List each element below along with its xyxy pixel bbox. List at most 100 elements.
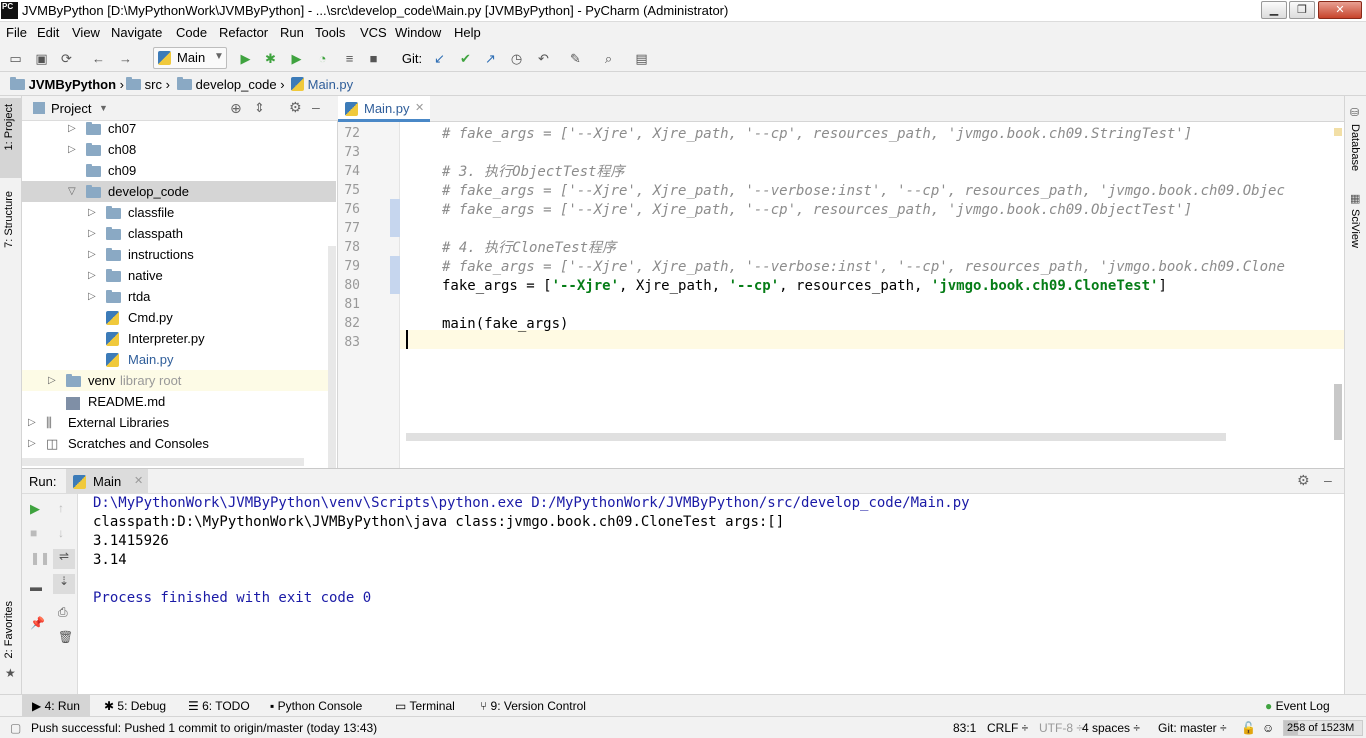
tree-item[interactable]: ▷ venv library root	[22, 370, 336, 391]
editor-vscrollbar[interactable]	[1334, 384, 1342, 440]
tab-todo[interactable]: ☰ 6: TODO	[188, 699, 250, 713]
chevron-right-icon[interactable]: ▷	[88, 223, 96, 244]
settings-wrench-icon[interactable]: ✎	[567, 50, 584, 67]
menu-code[interactable]: Code	[176, 25, 207, 40]
tasks-icon[interactable]: ▤	[633, 50, 650, 67]
tree-item[interactable]: ▷ ◫ Scratches and Consoles	[22, 433, 336, 454]
tree-item[interactable]: ▷ native	[22, 265, 336, 286]
search-icon[interactable]: ⌕	[600, 50, 617, 67]
run-config-dropdown[interactable]: Main ▼	[153, 47, 227, 69]
tree-item[interactable]: ▷ instructions	[22, 244, 336, 265]
menu-file[interactable]: File	[6, 25, 27, 40]
project-panel-title[interactable]: Project	[51, 101, 91, 116]
maximize-button[interactable]: ❐	[1289, 1, 1315, 19]
menu-refactor[interactable]: Refactor	[219, 25, 268, 40]
tab-event-log[interactable]: ● Event Log	[1265, 699, 1330, 713]
tab-run[interactable]: ▶ 4: Run	[32, 699, 80, 713]
sync-icon[interactable]: ⟳	[58, 50, 75, 67]
tree-item[interactable]: ch09	[22, 160, 336, 181]
face-icon[interactable]: ☺	[1262, 721, 1274, 735]
tab-debug[interactable]: ✱ 5: Debug	[104, 699, 166, 713]
tree-scrollbar[interactable]	[328, 246, 336, 468]
open-folder-icon[interactable]: ▭	[7, 50, 24, 67]
menu-view[interactable]: View	[72, 25, 100, 40]
line-separator[interactable]: CRLF ÷	[987, 721, 1028, 735]
gear-icon[interactable]: ⚙	[289, 99, 302, 116]
menu-navigate[interactable]: Navigate	[111, 25, 162, 40]
chevron-right-icon[interactable]: ▷	[88, 202, 96, 223]
git-commit-icon[interactable]: ✔	[457, 50, 474, 67]
run-coverage-icon[interactable]: ▶	[288, 50, 305, 67]
profile-icon[interactable]: ◔	[314, 50, 331, 67]
tab-main-py[interactable]: Main.py ✕	[338, 96, 430, 122]
breadcrumb-main-py[interactable]: Main.py	[291, 77, 353, 92]
tab-version-control[interactable]: ⑂ 9: Version Control	[480, 699, 586, 713]
tab-structure[interactable]: 7: Structure	[3, 191, 15, 248]
console-output[interactable]: D:\MyPythonWork\JVMByPython\venv\Scripts…	[22, 494, 1344, 695]
back-icon[interactable]: ←	[90, 50, 107, 67]
gear-icon[interactable]: ⚙	[1297, 472, 1310, 489]
caret-position[interactable]: 83:1	[953, 721, 976, 735]
hide-panel-icon[interactable]: –	[312, 99, 320, 115]
forward-icon[interactable]: →	[117, 50, 134, 67]
breadcrumb-develop-code[interactable]: develop_code ›	[177, 77, 285, 92]
concurrency-icon[interactable]: ≡	[341, 50, 358, 67]
chevron-right-icon[interactable]: ▷	[68, 139, 76, 160]
chevron-right-icon[interactable]: ▷	[68, 118, 76, 139]
tab-terminal[interactable]: ▭ Terminal	[395, 699, 455, 713]
debug-icon[interactable]: ✱	[262, 50, 279, 67]
run-tab-main[interactable]: Main ✕	[66, 469, 148, 494]
menu-edit[interactable]: Edit	[37, 25, 59, 40]
chevron-right-icon[interactable]: ▷	[88, 265, 96, 286]
close-window-button[interactable]: ✕	[1318, 1, 1362, 19]
minimize-button[interactable]: ▁	[1261, 1, 1287, 19]
indent-setting[interactable]: 4 spaces ÷	[1082, 721, 1140, 735]
menu-tools[interactable]: Tools	[315, 25, 345, 40]
file-encoding[interactable]: UTF-8 ÷	[1039, 721, 1083, 735]
git-history-icon[interactable]: ◷	[508, 50, 525, 67]
git-push-icon[interactable]: ↗	[482, 50, 499, 67]
chevron-right-icon[interactable]: ▷	[28, 433, 36, 454]
chevron-right-icon[interactable]: ▷	[48, 370, 56, 391]
tree-item[interactable]: ▷ ch08	[22, 139, 336, 160]
tab-project[interactable]: 1: Project	[3, 104, 15, 150]
menu-window[interactable]: Window	[395, 25, 441, 40]
tab-favorites[interactable]: 2: Favorites	[3, 601, 15, 658]
tree-item[interactable]: ▷ classfile	[22, 202, 336, 223]
tree-item[interactable]: ▷ ch07	[22, 118, 336, 139]
breadcrumb-src[interactable]: src ›	[126, 77, 170, 92]
chevron-right-icon[interactable]: ▷	[88, 286, 96, 307]
tree-item[interactable]: README.md	[22, 391, 336, 412]
close-tab-icon[interactable]: ✕	[134, 474, 143, 487]
tree-hscrollbar[interactable]	[22, 458, 304, 466]
tree-item[interactable]: Main.py	[22, 349, 336, 370]
tree-item[interactable]: Interpreter.py	[22, 328, 336, 349]
close-tab-icon[interactable]: ✕	[415, 101, 424, 114]
editor-hscrollbar[interactable]	[406, 433, 1226, 441]
chevron-right-icon[interactable]: ▷	[28, 412, 36, 433]
tree-item[interactable]: ▷ ⫼ External Libraries	[22, 412, 336, 433]
locate-icon[interactable]: ⊕	[230, 100, 242, 117]
git-revert-icon[interactable]: ↶	[535, 50, 552, 67]
chevron-down-icon[interactable]: ▽	[68, 181, 76, 202]
tree-item[interactable]: ▷ classpath	[22, 223, 336, 244]
menu-vcs[interactable]: VCS	[360, 25, 387, 40]
menu-run[interactable]: Run	[280, 25, 304, 40]
tree-item[interactable]: ▽ develop_code	[22, 181, 336, 202]
menu-help[interactable]: Help	[454, 25, 481, 40]
save-icon[interactable]: ▣	[33, 50, 50, 67]
tab-python-console[interactable]: ▪ Python Console	[270, 699, 362, 713]
lock-icon[interactable]: 🔓	[1241, 721, 1256, 735]
breadcrumb-project[interactable]: JVMByPython ›	[10, 77, 124, 92]
tab-sciview[interactable]: SciView	[1349, 209, 1361, 248]
tab-database[interactable]: Database	[1349, 124, 1361, 171]
status-message[interactable]: Push successful: Pushed 1 commit to orig…	[31, 721, 377, 735]
chevron-right-icon[interactable]: ▷	[88, 244, 96, 265]
stop-icon[interactable]: ■	[365, 50, 382, 67]
tree-item[interactable]: ▷ rtda	[22, 286, 336, 307]
git-update-icon[interactable]: ↙	[431, 50, 448, 67]
run-icon[interactable]: ▶	[237, 50, 254, 67]
hide-panel-icon[interactable]: –	[1324, 472, 1332, 488]
tree-item[interactable]: Cmd.py	[22, 307, 336, 328]
collapse-icon[interactable]: ⇕	[254, 100, 265, 116]
